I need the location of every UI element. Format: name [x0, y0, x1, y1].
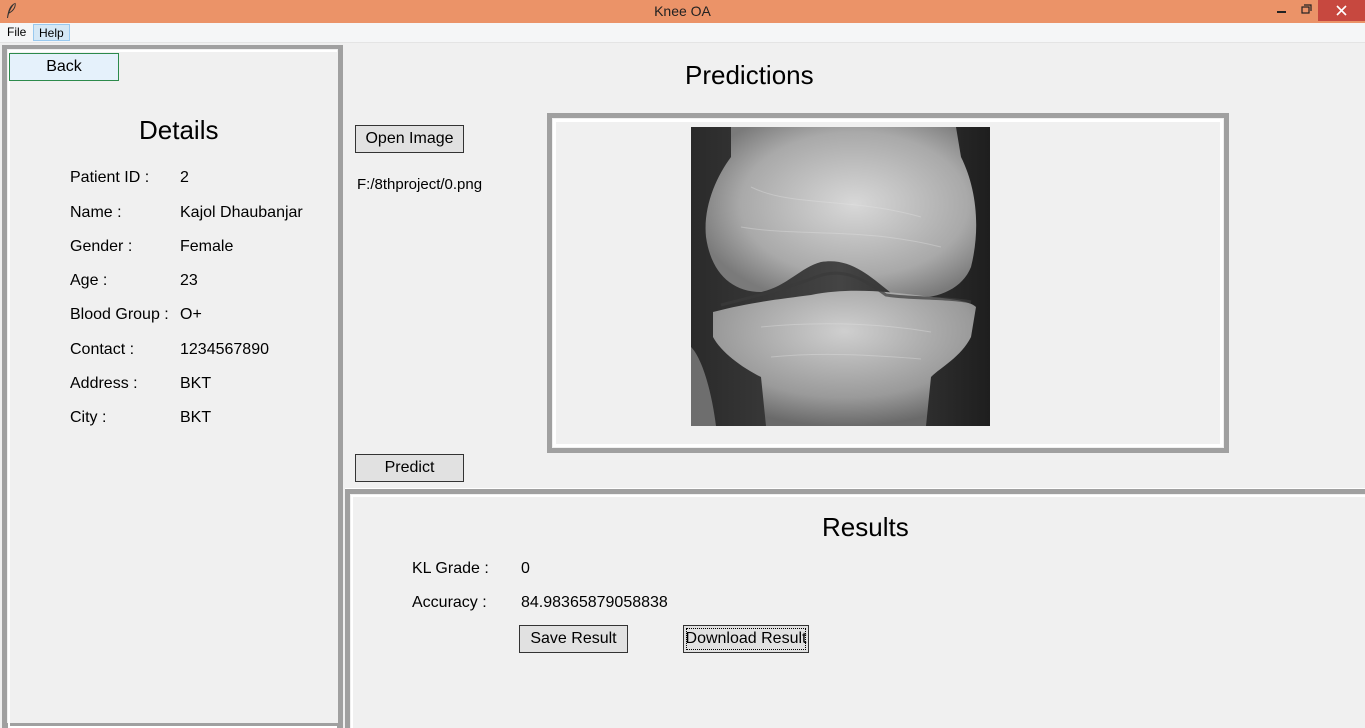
close-button[interactable] [1318, 0, 1365, 21]
minimize-button[interactable] [1268, 0, 1294, 21]
menu-help[interactable]: Help [33, 24, 70, 41]
restore-icon [1301, 4, 1312, 14]
accuracy-label: Accuracy : [412, 594, 487, 611]
patient-id-label: Patient ID : [70, 169, 150, 186]
details-heading: Details [139, 115, 219, 145]
window-title: Knee OA [654, 3, 711, 19]
address-label: Address : [70, 375, 138, 392]
patient-id-value: 2 [180, 169, 189, 186]
predict-button[interactable]: Predict [355, 454, 464, 482]
save-result-button[interactable]: Save Result [519, 625, 628, 653]
back-button[interactable]: Back [9, 53, 119, 81]
kl-grade-label: KL Grade : [412, 560, 489, 577]
name-label: Name : [70, 204, 122, 221]
results-heading: Results [822, 512, 909, 542]
accuracy-value: 84.98365879058838 [521, 594, 668, 611]
knee-xray-image [691, 127, 990, 426]
blood-group-value: O+ [180, 306, 202, 323]
kl-grade-value: 0 [521, 560, 530, 577]
city-label: City : [70, 409, 107, 426]
restore-button[interactable] [1294, 0, 1320, 21]
age-label: Age : [70, 272, 108, 289]
gender-label: Gender : [70, 238, 133, 255]
name-value: Kajol Dhaubanjar [180, 204, 303, 221]
gender-value: Female [180, 238, 234, 255]
close-icon [1336, 5, 1347, 16]
open-image-button[interactable]: Open Image [355, 125, 464, 153]
file-path-text: F:/8thproject/0.png [357, 176, 483, 193]
menu-file[interactable]: File [2, 24, 31, 41]
title-bar: Knee OA [0, 0, 1365, 23]
download-result-button[interactable]: Download Result [683, 625, 809, 653]
minimize-icon [1277, 11, 1286, 13]
menu-bar: File Help [0, 23, 1365, 43]
details-panel-inner [8, 50, 337, 728]
contact-value: 1234567890 [180, 341, 269, 358]
predictions-heading: Predictions [685, 60, 814, 90]
details-panel [2, 45, 343, 728]
age-value: 23 [180, 272, 198, 289]
blood-group-label: Blood Group : [70, 306, 169, 323]
contact-label: Contact : [70, 341, 135, 358]
address-value: BKT [180, 375, 212, 392]
city-value: BKT [180, 409, 212, 426]
